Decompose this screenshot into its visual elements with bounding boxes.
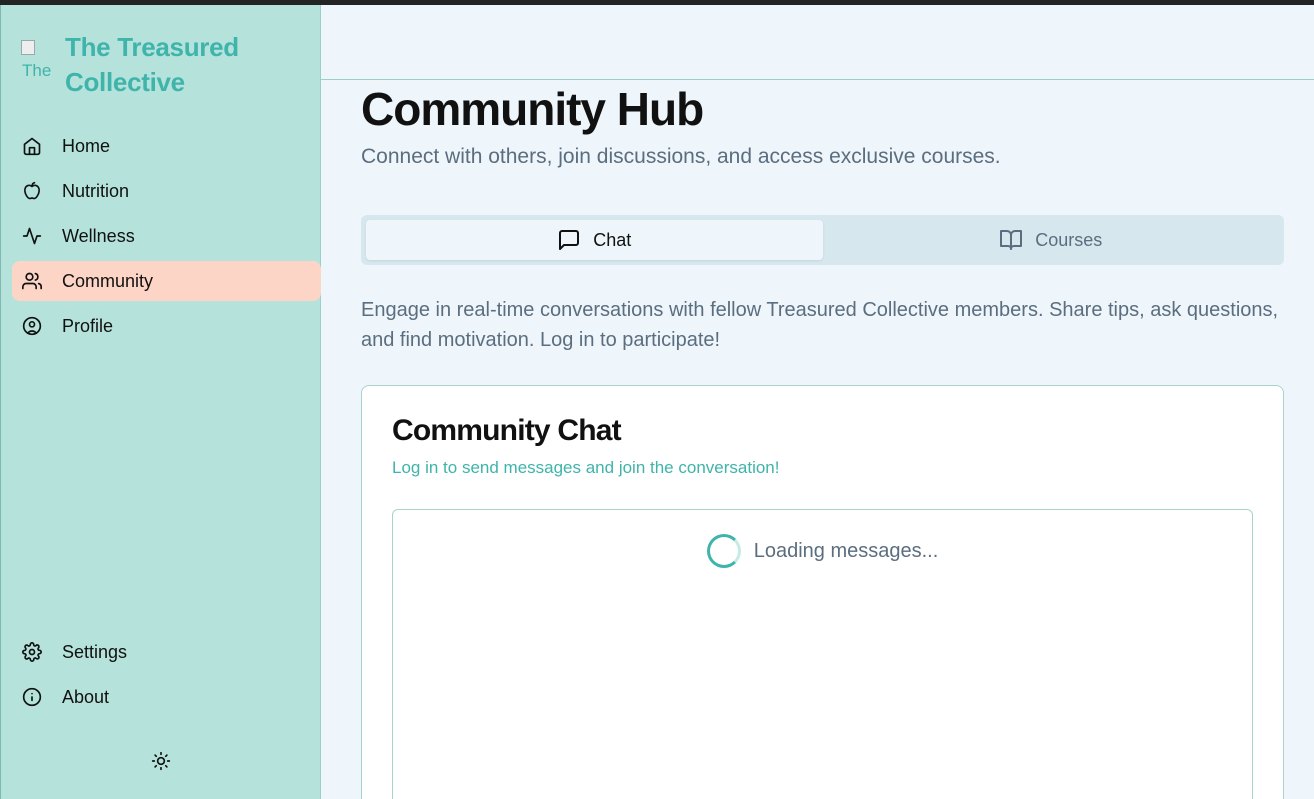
chat-title: Community Chat [392,414,622,447]
loading-text: Loading messages... [753,539,939,562]
loading-indicator: Loading messages... [393,534,1252,568]
apple-icon [22,181,42,201]
tab-label: Chat [593,229,632,250]
brand-logo: The [21,40,55,80]
gear-icon [22,642,42,662]
sidebar-item-profile[interactable]: Profile [12,306,321,346]
theme-toggle-button[interactable] [151,751,171,771]
brand[interactable]: The The Treasured Collective [21,30,265,100]
sidebar-item-wellness[interactable]: Wellness [12,216,321,256]
sidebar-item-home[interactable]: Home [12,126,321,166]
tab-label: Courses [1035,229,1103,250]
chat-intro-text: Engage in real-time conversations with f… [361,299,1279,351]
top-header [321,5,1314,80]
sidebar-bottom-nav: Settings About [12,632,321,722]
sidebar-nav: Home Nutrition Wellness Community Profil… [12,126,321,351]
community-chat-card: Community Chat Log in to send messages a… [361,385,1284,799]
page-subtitle: Connect with others, join discussions, a… [361,145,1001,168]
activity-icon [22,226,42,246]
broken-image-icon [21,40,35,55]
sidebar-item-about[interactable]: About [12,677,321,717]
brand-name: The Treasured Collective [65,32,239,97]
sidebar-item-label: About [62,686,110,707]
book-open-icon [999,228,1023,252]
users-icon [22,271,42,291]
sidebar-item-label: Settings [62,641,128,662]
logo-alt-text: The [22,61,52,80]
messages-area[interactable]: Loading messages... [392,509,1253,799]
sidebar-item-label: Wellness [62,225,135,246]
message-square-icon [557,228,581,252]
page-title: Community Hub [361,83,704,135]
tab-list: Chat Courses [361,215,1284,265]
user-circle-icon [22,316,42,336]
sidebar-item-nutrition[interactable]: Nutrition [12,171,321,211]
tab-chat[interactable]: Chat [366,220,823,260]
sidebar-item-label: Profile [62,315,114,336]
sidebar-item-label: Community [62,270,154,291]
tab-courses[interactable]: Courses [823,220,1280,260]
spinner-icon [706,534,741,568]
sidebar-item-label: Nutrition [62,180,130,201]
sidebar-item-community[interactable]: Community [12,261,321,301]
home-icon [22,136,42,156]
sidebar-item-settings[interactable]: Settings [12,632,321,672]
sidebar: The The Treasured Collective Home Nutrit… [0,5,321,799]
sidebar-item-label: Home [62,135,111,156]
chat-login-hint: Log in to send messages and join the con… [392,458,780,477]
info-icon [22,687,42,707]
sun-icon [151,751,171,775]
